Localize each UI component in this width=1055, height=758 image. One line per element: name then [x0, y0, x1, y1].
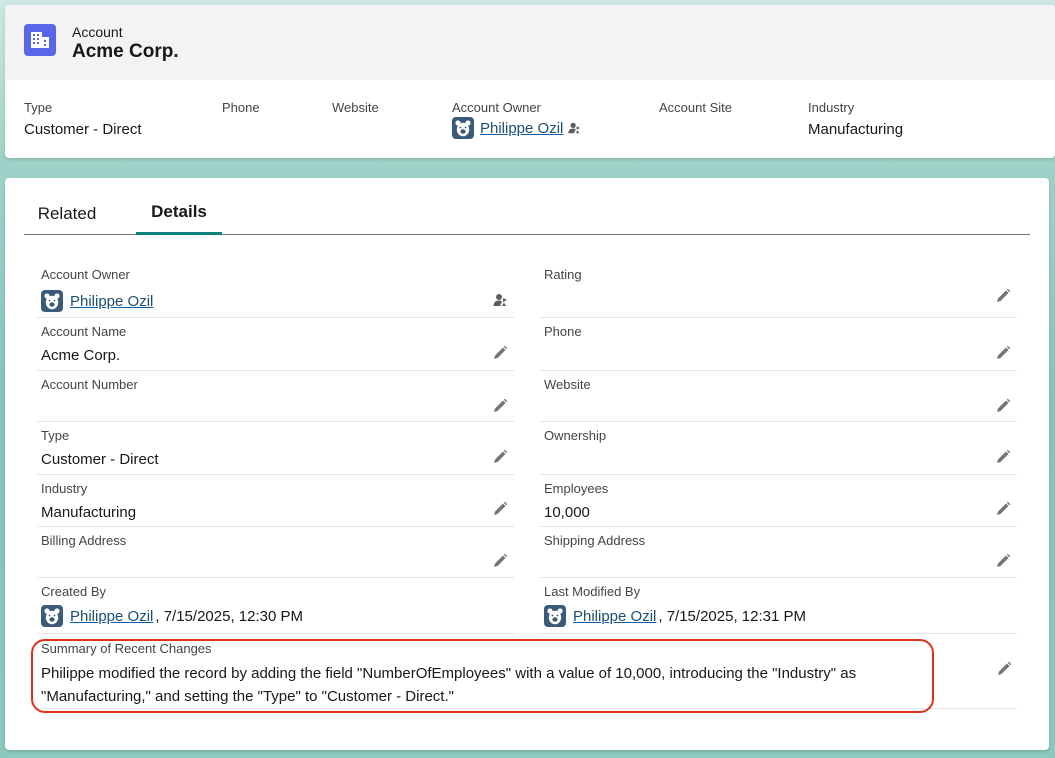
highlight-value: Customer - Direct — [24, 121, 142, 138]
edit-pencil-icon[interactable] — [995, 449, 1011, 465]
field-shipping-address: Shipping Address — [540, 527, 1017, 578]
highlight-account-owner: Account Owner Philippe Ozil — [452, 100, 581, 138]
field-label: Summary of Recent Changes — [41, 641, 212, 656]
edit-pencil-icon[interactable] — [995, 553, 1011, 569]
field-employees: Employees 10,000 — [540, 475, 1017, 527]
field-type: Type Customer - Direct — [37, 422, 514, 475]
highlight-label: Industry — [808, 100, 855, 115]
field-value: Philippe Ozil , 7/15/2025, 12:31 PM — [544, 605, 806, 627]
edit-pencil-icon[interactable] — [492, 449, 508, 465]
change-owner-icon[interactable] — [492, 292, 508, 308]
field-account-name: Account Name Acme Corp. — [37, 318, 514, 371]
field-label: Website — [544, 377, 591, 392]
highlight-type: Type Customer - Direct — [24, 100, 142, 141]
highlight-website: Website — [332, 100, 379, 141]
highlight-value — [332, 121, 379, 141]
field-billing-address: Billing Address — [37, 527, 514, 578]
highlight-industry: Industry Manufacturing — [808, 100, 903, 141]
edit-pencil-icon[interactable] — [996, 661, 1012, 677]
user-avatar-icon — [544, 605, 566, 627]
field-label: Ownership — [544, 428, 607, 443]
field-account-number: Account Number — [37, 371, 514, 422]
field-label: Account Owner — [41, 267, 130, 282]
field-label: Created By — [41, 584, 107, 599]
highlight-value — [222, 121, 260, 141]
edit-pencil-icon[interactable] — [995, 398, 1011, 414]
field-website: Website — [540, 371, 1017, 422]
edit-pencil-icon[interactable] — [995, 501, 1011, 517]
edit-pencil-icon[interactable] — [492, 345, 508, 361]
edit-pencil-icon[interactable] — [995, 345, 1011, 361]
field-value: 10,000 — [544, 504, 590, 521]
field-label: Last Modified By — [544, 584, 641, 599]
field-label: Account Number — [41, 377, 138, 392]
record-tabs: Related Details — [24, 192, 1030, 235]
field-ownership: Ownership — [540, 422, 1017, 475]
tab-label: Details — [151, 201, 207, 221]
user-avatar-icon — [452, 117, 474, 139]
field-phone: Phone — [540, 318, 1017, 371]
details-card: Related Details Account Owner Philippe O… — [5, 178, 1049, 750]
field-label: Type — [41, 428, 70, 443]
tab-related[interactable]: Related — [24, 192, 110, 235]
field-label: Phone — [544, 324, 582, 339]
header-title-bar: Account Acme Corp. — [5, 5, 1055, 80]
tab-details[interactable]: Details — [136, 192, 222, 235]
highlight-label: Account Owner — [452, 100, 541, 115]
summary-text: Philippe modified the record by adding t… — [41, 665, 857, 705]
field-label: Industry — [41, 481, 88, 496]
field-label: Account Name — [41, 324, 127, 339]
field-label: Employees — [544, 481, 609, 496]
highlight-value — [659, 121, 732, 141]
created-date: , 7/15/2025, 12:30 PM — [155, 607, 303, 625]
field-label: Billing Address — [41, 533, 127, 548]
field-value: Acme Corp. — [41, 347, 121, 364]
record-title: Acme Corp. — [72, 41, 179, 62]
object-type-label: Account — [72, 24, 123, 40]
account-owner-link[interactable]: Philippe Ozil — [480, 120, 563, 137]
highlight-phone: Phone — [222, 100, 260, 141]
tab-label: Related — [37, 203, 97, 223]
field-value: Philippe Ozil — [41, 290, 153, 312]
record-header: Account Acme Corp. Type Customer - Direc… — [5, 5, 1055, 158]
field-created-by: Created By Philippe Ozil , 7/15/2025, 12… — [37, 578, 514, 634]
field-label: Shipping Address — [544, 533, 646, 548]
field-last-modified-by: Last Modified By Philippe Ozil , 7/15/20… — [540, 578, 1017, 634]
field-value: Manufacturing — [41, 504, 137, 521]
edit-pencil-icon[interactable] — [995, 288, 1011, 304]
highlight-owner-value: Philippe Ozil — [452, 118, 581, 138]
created-by-user-link[interactable]: Philippe Ozil — [70, 608, 153, 625]
highlight-label: Type — [24, 100, 53, 115]
field-value: Customer - Direct — [41, 451, 159, 468]
user-avatar-icon — [41, 605, 63, 627]
change-owner-icon[interactable] — [567, 121, 581, 135]
user-avatar-icon — [41, 290, 63, 312]
account-owner-link[interactable]: Philippe Ozil — [70, 293, 153, 310]
highlight-label: Website — [332, 100, 379, 115]
field-value: Philippe Ozil , 7/15/2025, 12:30 PM — [41, 605, 303, 627]
edit-pencil-icon[interactable] — [492, 398, 508, 414]
edit-pencil-icon[interactable] — [492, 501, 508, 517]
last-modified-user-link[interactable]: Philippe Ozil — [573, 608, 656, 625]
field-rating: Rating — [540, 262, 1017, 318]
account-building-icon — [24, 24, 56, 56]
field-industry: Industry Manufacturing — [37, 475, 514, 527]
field-label: Rating — [544, 267, 582, 282]
highlight-label: Account Site — [659, 100, 732, 115]
last-modified-date: , 7/15/2025, 12:31 PM — [658, 607, 806, 625]
edit-pencil-icon[interactable] — [492, 553, 508, 569]
field-account-owner: Account Owner Philippe Ozil — [37, 262, 514, 318]
highlight-account-site: Account Site — [659, 100, 732, 141]
field-summary-of-recent-changes: Summary of Recent Changes Philippe modif… — [36, 634, 1017, 709]
highlight-value: Manufacturing — [808, 121, 904, 138]
highlight-label: Phone — [222, 100, 260, 115]
